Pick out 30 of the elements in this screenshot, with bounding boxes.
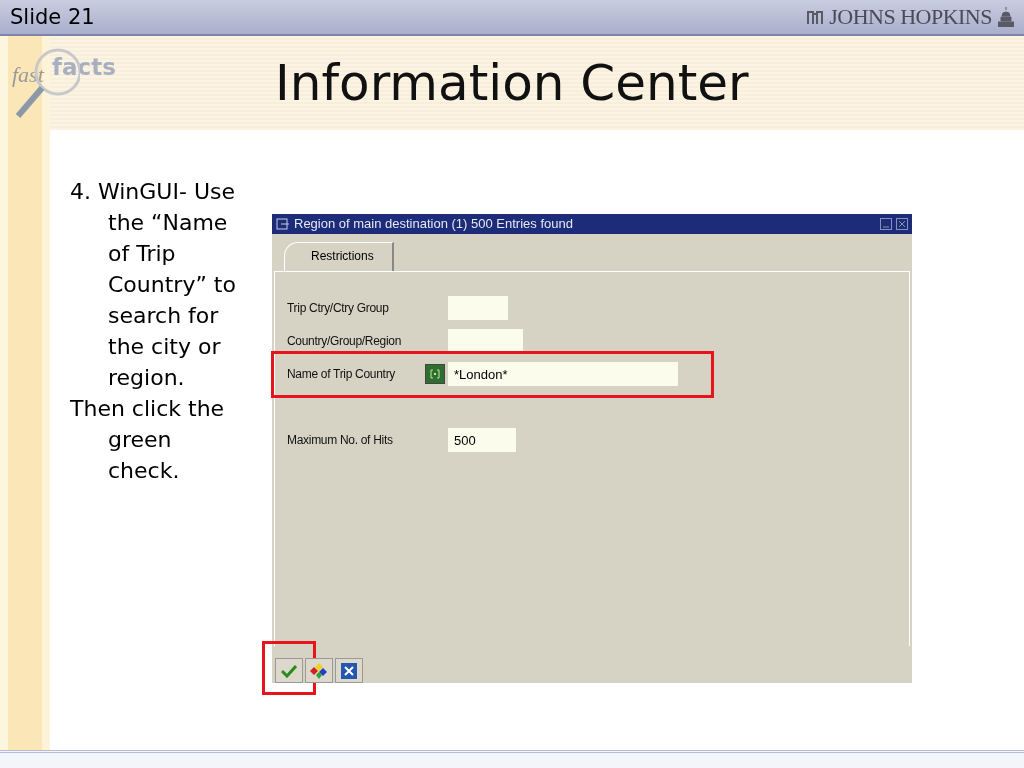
dome-building-icon xyxy=(998,7,1014,27)
input-field[interactable] xyxy=(448,296,508,321)
close-icon xyxy=(341,662,357,679)
field-label: Name of Trip Country xyxy=(287,367,397,382)
instruction-text: Then click the green check. xyxy=(70,395,226,485)
diamond-icon xyxy=(310,661,328,680)
logo-word: facts xyxy=(52,54,116,80)
input-field[interactable] xyxy=(448,329,523,354)
search-help-button[interactable] xyxy=(425,364,445,385)
field-label: Country/Group/Region xyxy=(287,334,403,349)
bracket-icon xyxy=(430,369,440,380)
dialog-title: Region of main destination (1) 500 Entries found xyxy=(294,216,574,232)
toolbar-button[interactable] xyxy=(275,658,303,683)
slide-title: Information Center xyxy=(275,54,749,112)
close-icon[interactable] xyxy=(896,217,908,230)
input-field[interactable]: *London* xyxy=(448,362,678,387)
minimize-icon[interactable] xyxy=(880,217,892,230)
field-label: Maximum No. of Hits xyxy=(287,433,394,448)
toolbar-button[interactable] xyxy=(335,658,363,683)
logo-word: fast xyxy=(12,62,44,88)
window-icon xyxy=(276,217,290,230)
input-field[interactable]: 500 xyxy=(448,428,516,453)
slide-number: Slide 21 xyxy=(10,5,95,29)
gate-icon xyxy=(807,9,824,25)
toolbar-button[interactable] xyxy=(305,658,333,683)
field-label: Trip Ctry/Ctry Group xyxy=(287,301,390,316)
instruction-text: 4. WinGUI- Use the “Name of Trip Country” to search for the city or region. xyxy=(70,178,237,392)
checkmark-icon xyxy=(281,663,297,678)
tab[interactable]: Restrictions xyxy=(284,241,394,271)
brand-name: JOHNS HOPKINS xyxy=(829,4,992,30)
